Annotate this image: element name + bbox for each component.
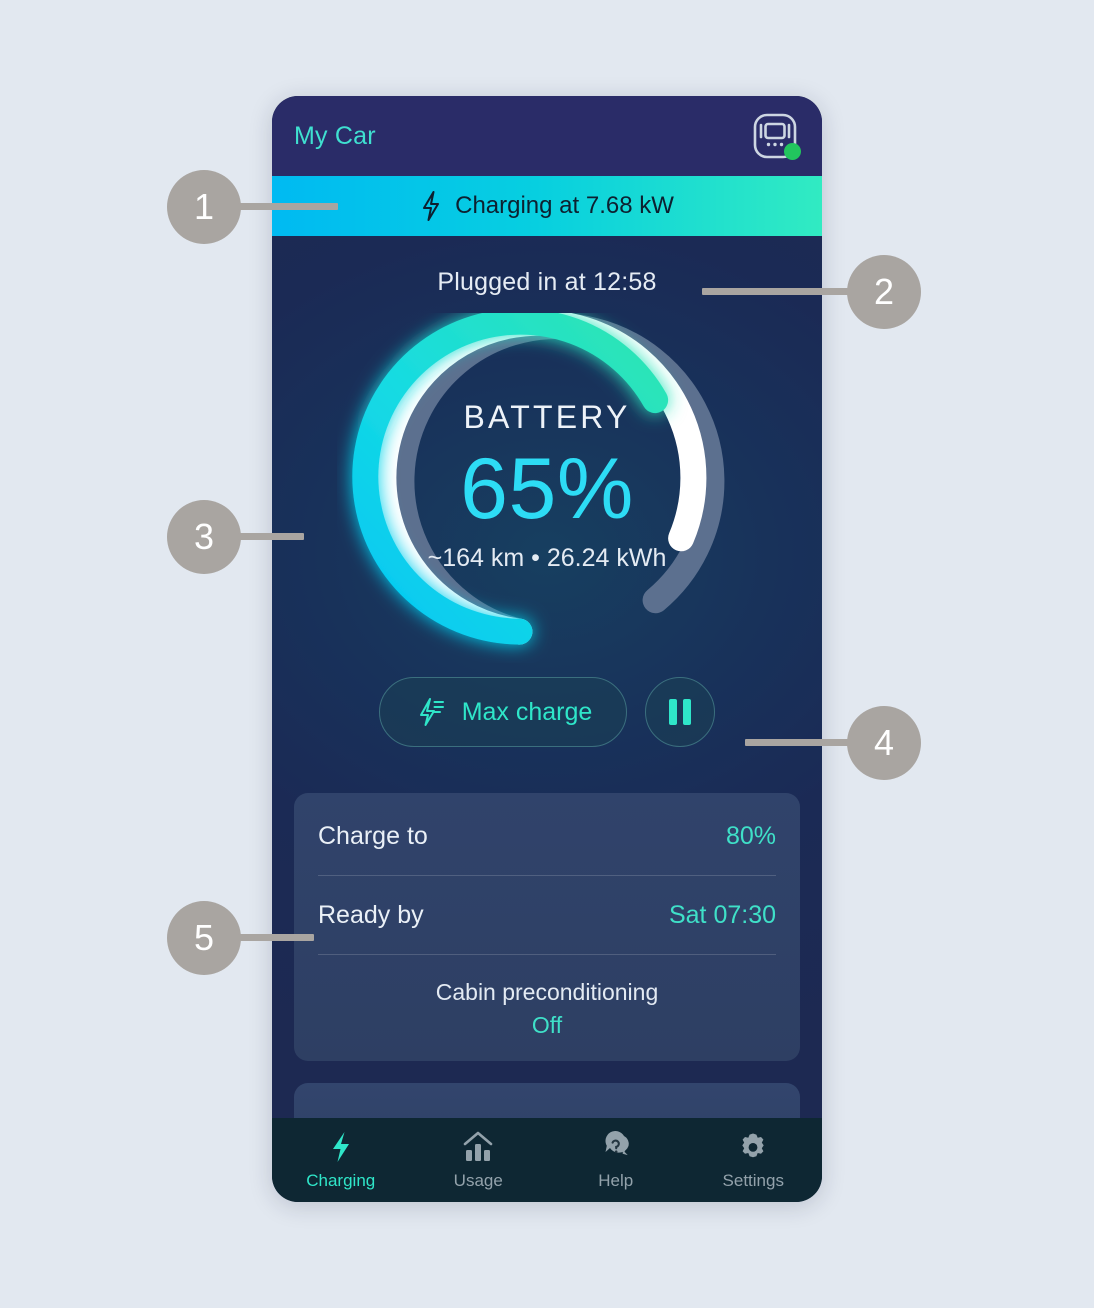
battery-label: BATTERY bbox=[463, 399, 631, 435]
charging-status-text: Charging at 7.68 kW bbox=[455, 192, 674, 219]
callout-3-bubble: 3 bbox=[167, 500, 241, 574]
callout-4-bubble: 4 bbox=[847, 706, 921, 780]
ready-by-value: Sat 07:30 bbox=[668, 901, 776, 929]
callout-1-bubble: 1 bbox=[167, 170, 241, 244]
pause-icon bbox=[669, 699, 678, 725]
tab-charging-label: Charging bbox=[306, 1170, 376, 1190]
next-card-peek[interactable] bbox=[294, 1083, 800, 1118]
charge-actions: Max charge bbox=[272, 677, 822, 747]
wallbox-button[interactable] bbox=[750, 111, 801, 161]
cabin-preconditioning-row[interactable]: Cabin preconditioning Off bbox=[318, 955, 776, 1039]
tab-settings[interactable]: Settings bbox=[685, 1130, 823, 1191]
tab-help[interactable]: Help bbox=[547, 1130, 685, 1191]
bolt-boost-icon bbox=[419, 698, 444, 726]
charge-settings-card: Charge to 80% Ready by Sat 07:30 Cabin p… bbox=[294, 793, 800, 1061]
battery-percent: 65% bbox=[460, 441, 634, 537]
callout-2-bubble: 2 bbox=[847, 255, 921, 329]
max-charge-label: Max charge bbox=[461, 697, 593, 726]
tab-usage[interactable]: Usage bbox=[410, 1130, 548, 1191]
charge-to-row[interactable]: Charge to 80% bbox=[318, 797, 776, 876]
tab-settings-label: Settings bbox=[722, 1170, 784, 1190]
callout-5-line bbox=[238, 934, 314, 941]
max-charge-button[interactable]: Max charge bbox=[378, 677, 628, 747]
battery-range-energy: ~164 km • 26.24 kWh bbox=[427, 544, 667, 573]
tab-help-label: Help bbox=[598, 1170, 634, 1190]
bar-chart-icon bbox=[463, 1131, 493, 1161]
app-body: Plugged in at 12:58 BATTERY 65% ~164 km … bbox=[272, 236, 822, 1118]
page-title: My Car bbox=[294, 121, 376, 150]
app-header: My Car bbox=[272, 96, 822, 176]
charging-status-banner: Charging at 7.68 kW bbox=[272, 176, 822, 236]
callout-3-line bbox=[238, 533, 304, 540]
tab-charging[interactable]: Charging bbox=[272, 1130, 410, 1191]
question-chat-icon bbox=[605, 1130, 629, 1155]
pause-charging-button[interactable] bbox=[645, 677, 716, 747]
callout-5-bubble: 5 bbox=[167, 901, 241, 975]
cabin-preconditioning-label: Cabin preconditioning bbox=[435, 979, 659, 1005]
tab-usage-label: Usage bbox=[453, 1170, 503, 1190]
phone-mockup: My Car Charging at 7.68 kW Plugged in at… bbox=[272, 96, 822, 1202]
callout-4-line bbox=[745, 739, 850, 746]
bolt-icon bbox=[332, 1131, 349, 1162]
charge-to-label: Charge to bbox=[318, 822, 428, 850]
screenshot-stage: My Car Charging at 7.68 kW Plugged in at… bbox=[0, 0, 1094, 1308]
bottom-tab-bar: Charging Usage Help Settings bbox=[272, 1118, 822, 1202]
ready-by-row[interactable]: Ready by Sat 07:30 bbox=[318, 876, 776, 955]
ready-by-label: Ready by bbox=[318, 901, 424, 929]
battery-gauge-readout: BATTERY 65% ~164 km • 26.24 kWh bbox=[337, 399, 757, 573]
lightning-bolt-icon bbox=[423, 191, 440, 221]
pause-icon-bar2 bbox=[683, 699, 692, 725]
charge-to-value: 80% bbox=[725, 822, 776, 850]
gear-icon bbox=[742, 1133, 764, 1157]
callout-2-line bbox=[702, 288, 850, 295]
battery-gauge: BATTERY 65% ~164 km • 26.24 kWh bbox=[337, 313, 757, 663]
cabin-preconditioning-state: Off bbox=[531, 1012, 563, 1038]
callout-1-line bbox=[238, 203, 338, 210]
online-status-dot bbox=[784, 143, 801, 160]
